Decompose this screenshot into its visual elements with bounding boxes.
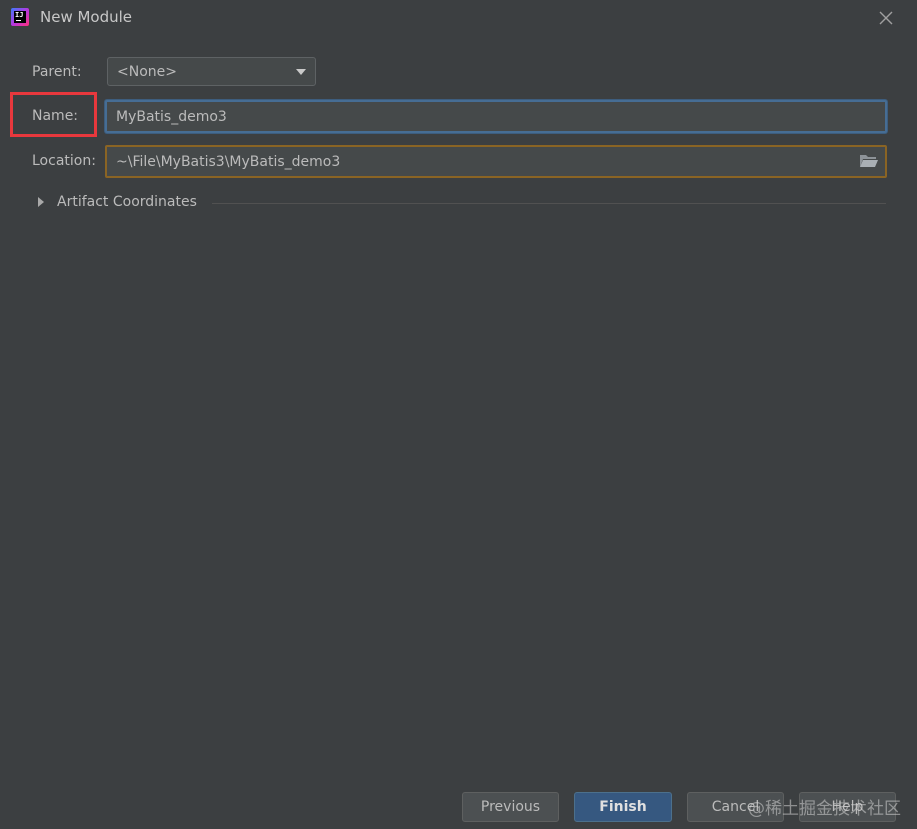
finish-button[interactable]: Finish xyxy=(574,792,672,822)
chevron-down-icon xyxy=(296,69,306,75)
folder-open-icon xyxy=(860,155,878,167)
close-button[interactable] xyxy=(874,6,898,30)
section-divider xyxy=(212,203,886,204)
new-module-dialog: IJ New Module Parent: <None> Name: Locat… xyxy=(0,0,917,829)
artifact-coordinates-label: Artifact Coordinates xyxy=(57,194,197,210)
browse-folder-button[interactable] xyxy=(859,153,879,169)
intellij-idea-icon: IJ xyxy=(11,8,29,26)
parent-dropdown[interactable]: <None> xyxy=(107,57,316,86)
name-label: Name: xyxy=(32,108,79,124)
location-field xyxy=(105,145,887,178)
title-bar: IJ New Module xyxy=(0,0,917,36)
parent-selected-value: <None> xyxy=(117,64,177,80)
parent-label: Parent: xyxy=(32,64,82,80)
chevron-right-icon xyxy=(38,197,44,207)
dialog-title: New Module xyxy=(40,8,133,26)
name-input[interactable] xyxy=(105,100,887,133)
location-input[interactable] xyxy=(107,147,847,176)
help-button[interactable]: Help xyxy=(799,792,896,822)
previous-button[interactable]: Previous xyxy=(462,792,559,822)
cancel-button[interactable]: Cancel xyxy=(687,792,784,822)
close-icon xyxy=(879,11,893,25)
location-label: Location: xyxy=(32,153,96,169)
